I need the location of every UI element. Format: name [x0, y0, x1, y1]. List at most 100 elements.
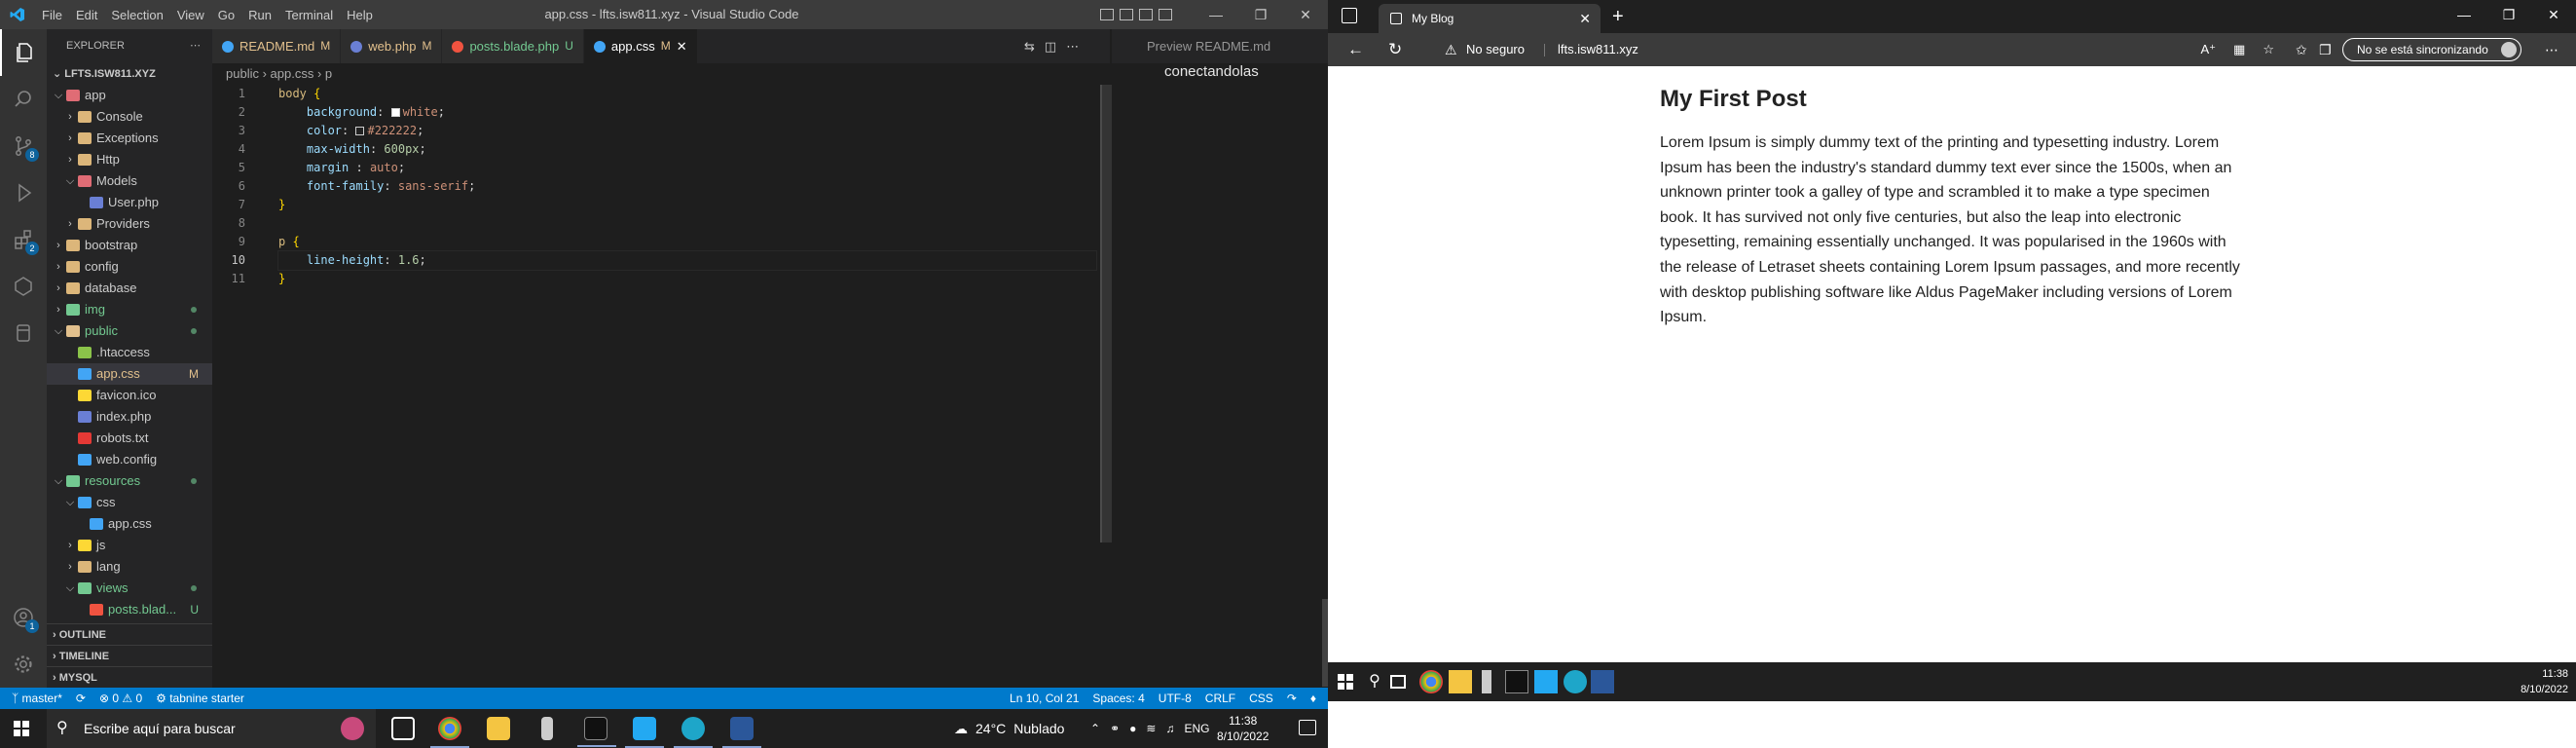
- read-aloud-icon[interactable]: A⁺: [2201, 37, 2217, 62]
- color-swatch[interactable]: [355, 127, 365, 135]
- menu-run[interactable]: Run: [241, 8, 278, 22]
- close-icon[interactable]: ✕: [1283, 0, 1328, 29]
- chrome-icon[interactable]: [430, 717, 469, 748]
- taskbar-search[interactable]: ⚲ Escribe aquí para buscar: [47, 709, 376, 748]
- more-actions-icon[interactable]: ⋯: [190, 29, 201, 63]
- explorer-icon[interactable]: [0, 29, 47, 76]
- camera-icon[interactable]: ●: [1129, 709, 1136, 748]
- minimize-icon[interactable]: —: [2442, 0, 2486, 29]
- settings-gear-icon[interactable]: [0, 641, 47, 688]
- task-view-icon[interactable]: [1390, 675, 1406, 689]
- vscode-taskbar-icon[interactable]: [1534, 670, 1558, 693]
- address-bar[interactable]: ⚠ No seguro lfts.isw811.xyz A⁺ ▦ ☆: [1437, 37, 2284, 62]
- close-icon[interactable]: ✕: [2531, 0, 2576, 29]
- cortana-mascot-icon[interactable]: [341, 717, 364, 740]
- breadcrumb[interactable]: public › app.css › p: [212, 63, 1110, 85]
- remote-explorer-icon[interactable]: [0, 263, 47, 310]
- edge-icon[interactable]: [674, 717, 713, 748]
- wifi-icon[interactable]: ≋: [1146, 709, 1156, 748]
- browser-tab[interactable]: My Blog ✕: [1379, 4, 1601, 33]
- more-options-icon[interactable]: ⋯: [2545, 33, 2558, 66]
- tree-file-app-css[interactable]: app.css M: [47, 363, 212, 385]
- preview-tab[interactable]: Preview README.md: [1112, 29, 1328, 63]
- add-favorite-icon[interactable]: ☆: [2263, 37, 2274, 62]
- restore-icon[interactable]: ❐: [2486, 0, 2531, 29]
- notifications-bell-icon[interactable]: ♦: [1310, 688, 1316, 709]
- customize-layout-icon[interactable]: [1159, 9, 1172, 20]
- terminal-icon[interactable]: [1505, 670, 1528, 693]
- tree-file-index-php[interactable]: index.php: [47, 406, 212, 428]
- app-available-icon[interactable]: ▦: [2233, 37, 2245, 62]
- code-line[interactable]: }: [278, 196, 1096, 214]
- windows-start-icon[interactable]: [1338, 674, 1353, 690]
- favorites-icon[interactable]: ✩: [2296, 33, 2307, 66]
- tree-file-web-config[interactable]: web.config: [47, 449, 212, 470]
- profile-sync-button[interactable]: No se está sincronizando: [2342, 38, 2521, 61]
- code-line[interactable]: font-family: sans-serif;: [278, 177, 1096, 196]
- chrome-icon[interactable]: [1419, 670, 1443, 693]
- toggle-secondary-sidebar-icon[interactable]: [1139, 9, 1153, 20]
- tree-file--htaccess[interactable]: .htaccess: [47, 342, 212, 363]
- task-view-icon[interactable]: [391, 717, 415, 740]
- tree-folder-public[interactable]: ⌵ public: [47, 320, 212, 342]
- restore-icon[interactable]: ❐: [1238, 0, 1283, 29]
- weather-widget[interactable]: ☁ 24°C Nublado: [954, 709, 1064, 748]
- section-mysql[interactable]: › MYSQL: [47, 666, 212, 688]
- url-text[interactable]: lfts.isw811.xyz: [1558, 37, 1638, 62]
- tabnine-status[interactable]: ⚙ tabnine starter: [156, 688, 244, 709]
- tree-folder-resources[interactable]: ⌵ resources: [47, 470, 212, 492]
- vscode-taskbar-icon[interactable]: [625, 717, 664, 748]
- back-arrow-icon[interactable]: ←: [1347, 33, 1364, 66]
- toggle-panel-icon[interactable]: [1120, 9, 1133, 20]
- file-explorer-icon[interactable]: [487, 717, 510, 740]
- color-swatch[interactable]: [390, 108, 400, 117]
- code-content[interactable]: body { background: white; color: #222222…: [277, 85, 1097, 288]
- code-line[interactable]: background: white;: [278, 103, 1096, 122]
- toggle-sidebar-icon[interactable]: [1100, 9, 1114, 20]
- section-outline[interactable]: › OUTLINE: [47, 623, 212, 645]
- edge-icon[interactable]: [1564, 670, 1587, 693]
- editor-scrollbar[interactable]: [1102, 85, 1112, 542]
- warning-icon[interactable]: ⚠: [1445, 37, 1457, 62]
- breadcrumb-item[interactable]: public: [226, 66, 259, 81]
- section-timeline[interactable]: › TIMELINE: [47, 645, 212, 666]
- tab-web-php[interactable]: web.php M: [341, 29, 443, 63]
- tree-folder-lang[interactable]: › lang: [47, 556, 212, 578]
- tree-folder-js[interactable]: › js: [47, 535, 212, 556]
- extensions-icon[interactable]: 2: [0, 216, 47, 263]
- chevron-up-icon[interactable]: ⌃: [1090, 709, 1100, 748]
- close-tab-icon[interactable]: ✕: [1579, 4, 1591, 33]
- split-editor-icon[interactable]: ◫: [1045, 39, 1056, 55]
- language-indicator[interactable]: ENG: [1184, 709, 1209, 748]
- tree-file-favicon-ico[interactable]: favicon.ico: [47, 385, 212, 406]
- tree-folder-database[interactable]: › database: [47, 278, 212, 299]
- notification-center-icon[interactable]: [1299, 720, 1316, 735]
- menu-edit[interactable]: Edit: [69, 8, 104, 22]
- usb-device-icon[interactable]: [1482, 670, 1491, 693]
- vm-clock[interactable]: 11:38 8/10/2022: [2521, 666, 2568, 697]
- code-line[interactable]: }: [278, 270, 1096, 288]
- tree-folder-exceptions[interactable]: › Exceptions: [47, 128, 212, 149]
- encoding[interactable]: UTF-8: [1159, 688, 1192, 709]
- sync-icon[interactable]: ⟳: [76, 688, 86, 709]
- tree-folder-app[interactable]: ⌵ app: [47, 85, 212, 106]
- tree-file-user-php[interactable]: User.php: [47, 192, 212, 213]
- code-editor[interactable]: 1 2 3 4 5 6 7 8 9 10 11 body { background: white; …: [212, 85, 1110, 688]
- menu-file[interactable]: File: [35, 8, 69, 22]
- close-tab-icon[interactable]: ✕: [677, 29, 687, 63]
- workspace-root[interactable]: ⌄ LFTS.ISW811.XYZ: [47, 63, 212, 85]
- database-icon[interactable]: [0, 310, 47, 356]
- security-indicator[interactable]: No seguro: [1466, 37, 1525, 62]
- more-actions-icon[interactable]: ⋯: [1066, 39, 1079, 55]
- tree-file-posts-blad-[interactable]: posts.blad... U: [47, 599, 212, 620]
- new-tab-icon[interactable]: +: [1612, 4, 1624, 29]
- tree-folder-providers[interactable]: › Providers: [47, 213, 212, 235]
- taskbar-clock[interactable]: 11:38 8/10/2022: [1217, 713, 1269, 744]
- tab-readme-md[interactable]: README.md M: [212, 29, 342, 63]
- tree-folder-bootstrap[interactable]: › bootstrap: [47, 235, 212, 256]
- code-line[interactable]: max-width: 600px;: [278, 140, 1096, 159]
- word-icon[interactable]: [722, 717, 761, 748]
- refresh-icon[interactable]: ↻: [1388, 33, 1402, 66]
- tree-folder-console[interactable]: › Console: [47, 106, 212, 128]
- headset-icon[interactable]: ⚭: [1110, 709, 1120, 748]
